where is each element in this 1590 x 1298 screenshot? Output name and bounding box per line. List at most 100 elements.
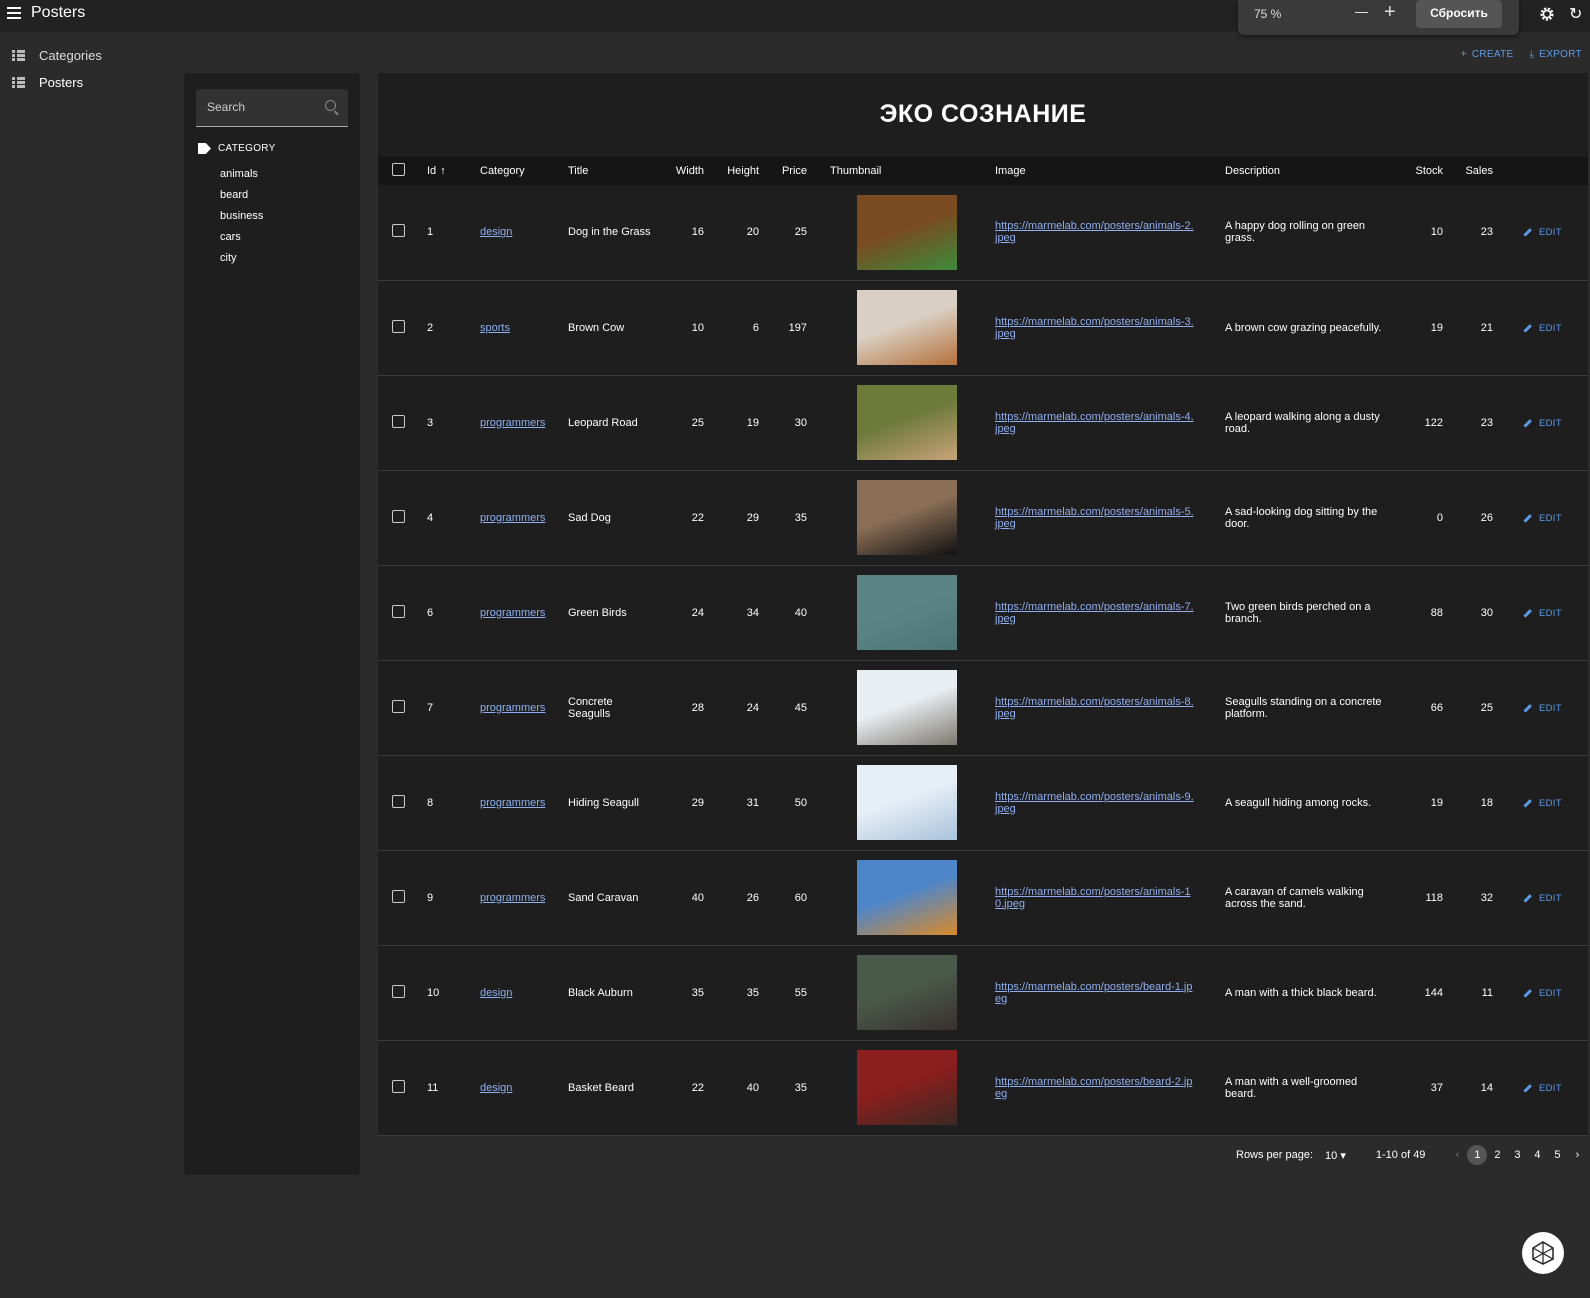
row-checkbox[interactable] [392, 1079, 405, 1093]
category-link[interactable]: programmers [480, 607, 545, 619]
column-header-category[interactable]: Category [480, 157, 568, 185]
next-page-icon[interactable]: › [1567, 1149, 1587, 1161]
edit-button[interactable]: EDIT [1523, 513, 1562, 524]
category-link[interactable]: design [480, 226, 512, 238]
column-header-id[interactable]: Id ↑ [427, 157, 480, 185]
zoom-out-icon[interactable] [1355, 12, 1368, 13]
cell-description: Seagulls standing on a concrete platform… [1225, 695, 1382, 720]
column-header-image[interactable]: Image [985, 157, 1225, 185]
page-button-5[interactable]: 5 [1547, 1149, 1567, 1161]
category-link[interactable]: programmers [480, 417, 545, 429]
category-link[interactable]: sports [480, 322, 510, 334]
image-link[interactable]: https://marmelab.com/posters/animals-9.j… [995, 791, 1194, 815]
page-button-1[interactable]: 1 [1467, 1145, 1488, 1165]
category-filter-heading: CATEGORY [198, 143, 276, 154]
search-input[interactable] [205, 99, 319, 115]
row-checkbox[interactable] [392, 509, 405, 523]
column-header-height[interactable]: Height [704, 157, 759, 185]
select-all-checkbox[interactable] [392, 163, 405, 176]
table-row[interactable]: 10 design Black Auburn 35 35 55 https://marmel… [378, 945, 1588, 1040]
cell-height: 26 [746, 891, 759, 904]
image-link[interactable]: https://marmelab.com/posters/animals-2.j… [995, 220, 1194, 244]
category-link[interactable]: programmers [480, 797, 545, 809]
column-header-width[interactable]: Width [660, 157, 704, 185]
edit-button[interactable]: EDIT [1523, 1083, 1562, 1094]
edit-button[interactable]: EDIT [1523, 608, 1562, 619]
edit-button[interactable]: EDIT [1523, 227, 1562, 238]
column-header-description[interactable]: Description [1225, 157, 1403, 185]
table-row[interactable]: 9 programmers Sand Caravan 40 26 60 https://ma… [378, 850, 1588, 945]
floating-network-icon[interactable] [1522, 1232, 1564, 1274]
settings-icon[interactable] [1539, 6, 1555, 22]
column-header-stock[interactable]: Stock [1403, 157, 1443, 185]
column-header-sales[interactable]: Sales [1443, 157, 1493, 185]
row-checkbox[interactable] [392, 319, 405, 333]
row-checkbox[interactable] [392, 414, 405, 428]
category-filter-item[interactable]: animals [220, 168, 263, 189]
page-title: ЭКО СОЗНАНИЕ [879, 100, 1087, 128]
zoom-reset-button[interactable]: Сбросить [1416, 0, 1502, 28]
pagination: Rows per page: 10 ▾ 1-10 of 49 ‹ 1 2 3 4… [1236, 1145, 1587, 1165]
edit-button[interactable]: EDIT [1523, 988, 1562, 999]
row-checkbox[interactable] [392, 604, 405, 618]
filter-sidebar: CATEGORY animals beard business cars cit… [184, 73, 360, 1175]
table-row[interactable]: 11 design Basket Beard 22 40 35 https://marmel… [378, 1040, 1588, 1135]
sidebar-item-posters[interactable]: Posters [12, 75, 83, 90]
cell-title: Concrete Seagulls [568, 695, 613, 720]
column-header-title[interactable]: Title [568, 157, 660, 185]
table-row[interactable]: 3 programmers Leopard Road 25 19 30 https://ma… [378, 375, 1588, 470]
category-filter-item[interactable]: city [220, 252, 263, 273]
edit-button[interactable]: EDIT [1523, 798, 1562, 809]
category-link[interactable]: design [480, 987, 512, 999]
page-button-2[interactable]: 2 [1487, 1149, 1507, 1161]
category-link[interactable]: programmers [480, 512, 545, 524]
table-row[interactable]: 1 design Dog in the Grass 16 20 25 https://mar… [378, 185, 1588, 280]
column-header-price[interactable]: Price [759, 157, 807, 185]
category-link[interactable]: programmers [480, 702, 545, 714]
table-row[interactable]: 4 programmers Sad Dog 22 29 35 https://marmela… [378, 470, 1588, 565]
table-row[interactable]: 2 sports Brown Cow 10 6 197 https://marmelab.c… [378, 280, 1588, 375]
search-field[interactable] [196, 89, 348, 127]
table-row[interactable]: 6 programmers Green Birds 24 34 40 https://mar… [378, 565, 1588, 660]
edit-button[interactable]: EDIT [1523, 323, 1562, 334]
cell-sales: 32 [1480, 891, 1493, 904]
rows-per-page-label: Rows per page: [1236, 1149, 1314, 1161]
rows-per-page-select[interactable]: 10 ▾ [1325, 1149, 1346, 1162]
page-button-4[interactable]: 4 [1527, 1149, 1547, 1161]
table-row[interactable]: 8 programmers Hiding Seagull 29 31 50 https://… [378, 755, 1588, 850]
sidebar-item-categories[interactable]: Categories [12, 48, 102, 63]
page-button-3[interactable]: 3 [1507, 1149, 1527, 1161]
image-link[interactable]: https://marmelab.com/posters/animals-5.j… [995, 506, 1194, 530]
image-link[interactable]: https://marmelab.com/posters/animals-7.j… [995, 601, 1194, 625]
edit-button[interactable]: EDIT [1523, 893, 1562, 904]
refresh-icon[interactable]: ↻ [1569, 4, 1582, 24]
zoom-in-icon[interactable]: + [1384, 1, 1396, 24]
image-link[interactable]: https://marmelab.com/posters/animals-8.j… [995, 696, 1194, 720]
menu-icon[interactable] [7, 7, 21, 19]
category-link[interactable]: design [480, 1082, 512, 1094]
create-button[interactable]: + CREATE [1461, 49, 1514, 60]
previous-page-icon[interactable]: ‹ [1447, 1149, 1467, 1161]
pencil-icon [1523, 323, 1532, 333]
cell-price: 40 [794, 606, 807, 619]
row-checkbox[interactable] [392, 984, 405, 998]
image-link[interactable]: https://marmelab.com/posters/animals-10.… [995, 886, 1191, 910]
category-filter-item[interactable]: business [220, 210, 263, 231]
category-filter-item[interactable]: beard [220, 189, 263, 210]
row-checkbox[interactable] [392, 699, 405, 713]
image-link[interactable]: https://marmelab.com/posters/beard-2.jpe… [995, 1076, 1192, 1100]
edit-button[interactable]: EDIT [1523, 418, 1562, 429]
image-link[interactable]: https://marmelab.com/posters/animals-3.j… [995, 316, 1194, 340]
table-row[interactable]: 7 programmers Concrete Seagulls 28 24 45 https… [378, 660, 1588, 755]
row-checkbox[interactable] [392, 794, 405, 808]
edit-button[interactable]: EDIT [1523, 703, 1562, 714]
export-button[interactable]: ⤓ EXPORT [1530, 49, 1582, 60]
image-link[interactable]: https://marmelab.com/posters/beard-1.jpe… [995, 981, 1192, 1005]
category-filter-item[interactable]: cars [220, 231, 263, 252]
row-checkbox[interactable] [392, 889, 405, 903]
row-checkbox[interactable] [392, 224, 405, 238]
image-link[interactable]: https://marmelab.com/posters/animals-4.j… [995, 411, 1194, 435]
cell-stock: 144 [1424, 986, 1443, 999]
edit-label: EDIT [1539, 987, 1562, 999]
category-link[interactable]: programmers [480, 892, 545, 904]
